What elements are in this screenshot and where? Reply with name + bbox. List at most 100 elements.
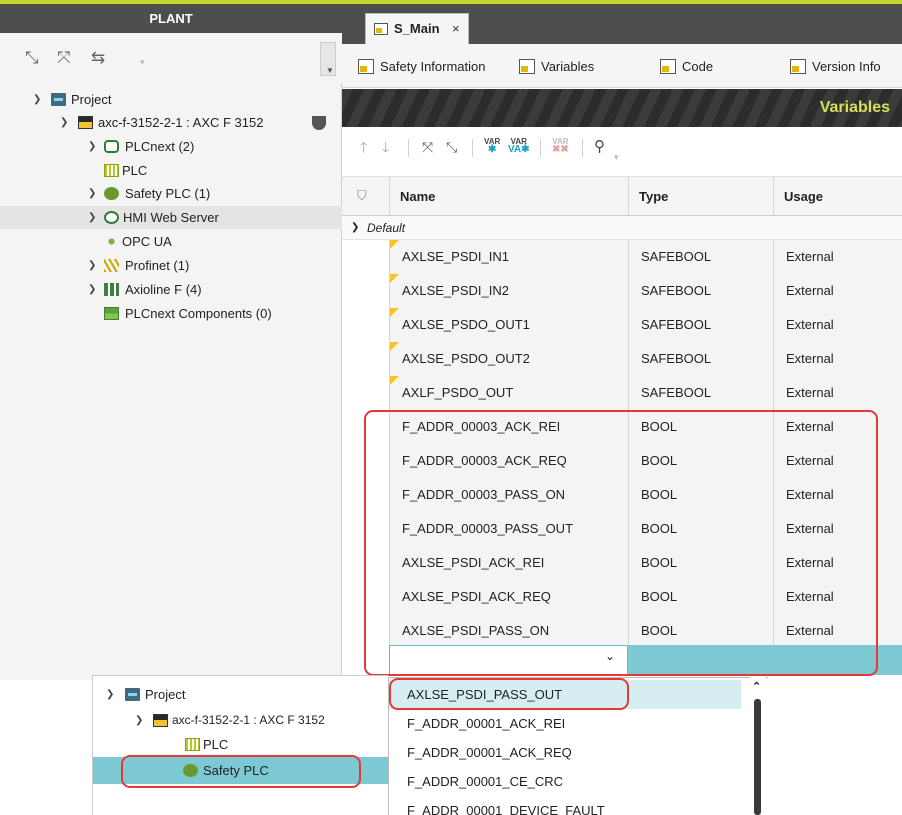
cell-type[interactable]: BOOL bbox=[628, 478, 773, 512]
table-row[interactable]: AXLSE_PSDI_IN1 SAFEBOOL External bbox=[342, 240, 902, 274]
table-row[interactable]: F_ADDR_00003_PASS_ON BOOL External bbox=[342, 478, 902, 512]
search-options-caret-icon[interactable]: ▾ bbox=[614, 149, 619, 165]
variable-name-combobox[interactable]: ⌄ bbox=[389, 645, 628, 675]
cell-type[interactable]: BOOL bbox=[628, 444, 773, 478]
expand-all-icon[interactable]: ⤡ bbox=[446, 139, 457, 155]
chevron-down-icon[interactable]: ❯ bbox=[351, 216, 359, 240]
cell-name[interactable]: F_ADDR_00003_ACK_REQ bbox=[389, 444, 628, 478]
close-icon[interactable]: × bbox=[452, 14, 460, 43]
dropdown-scrollbar[interactable]: ⌃ bbox=[750, 677, 766, 815]
cell-usage[interactable]: External bbox=[773, 274, 902, 308]
scroll-down-icon[interactable]: ▼ bbox=[326, 66, 334, 75]
tree-item-profinet[interactable]: ❯ Profinet (1) bbox=[0, 254, 342, 277]
scrollbar-thumb[interactable] bbox=[754, 699, 761, 815]
scroll-up-icon[interactable]: ⌃ bbox=[752, 680, 761, 693]
cell-type[interactable]: SAFEBOOL bbox=[628, 342, 773, 376]
sync-arrows-icon[interactable]: ⇆ bbox=[91, 49, 105, 67]
table-row[interactable]: AXLSE_PSDI_IN2 SAFEBOOL External bbox=[342, 274, 902, 308]
column-header-name[interactable]: Name bbox=[389, 177, 628, 217]
chevron-down-icon[interactable]: ❯ bbox=[135, 709, 143, 732]
chevron-down-icon[interactable]: ❯ bbox=[106, 683, 114, 706]
new-row-selected-cells[interactable] bbox=[628, 645, 902, 675]
cell-usage[interactable]: External bbox=[773, 512, 902, 546]
table-row[interactable]: AXLF_PSDO_OUT SAFEBOOL External bbox=[342, 376, 902, 410]
tree-item-project[interactable]: ❯ Project bbox=[93, 683, 389, 706]
tree-item-plc[interactable]: PLC bbox=[93, 733, 389, 756]
table-row[interactable]: AXLSE_PSDO_OUT2 SAFEBOOL External bbox=[342, 342, 902, 376]
table-row[interactable]: AXLSE_PSDI_PASS_ON BOOL External bbox=[342, 614, 902, 648]
cell-type[interactable]: BOOL bbox=[628, 614, 773, 648]
tree-item-plc[interactable]: PLC bbox=[0, 159, 342, 182]
dropdown-option[interactable]: F_ADDR_00001_ACK_REQ bbox=[389, 738, 741, 767]
cell-name[interactable]: F_ADDR_00003_PASS_OUT bbox=[389, 512, 628, 546]
filter-icon[interactable]: ⛉ bbox=[357, 188, 367, 204]
move-down-icon[interactable]: 🡓 bbox=[382, 139, 389, 155]
group-row-default[interactable]: ❯ Default bbox=[342, 216, 902, 240]
dropdown-option[interactable]: F_ADDR_00001_CE_CRC bbox=[389, 767, 741, 796]
cell-name[interactable]: F_ADDR_00003_ACK_REI bbox=[389, 410, 628, 444]
chevron-right-icon[interactable]: ❯ bbox=[88, 135, 96, 158]
new-variable-row[interactable]: ⌄ bbox=[342, 645, 902, 675]
cell-name[interactable]: AXLSE_PSDI_PASS_ON bbox=[389, 614, 628, 648]
cell-type[interactable]: SAFEBOOL bbox=[628, 240, 773, 274]
chevron-right-icon[interactable]: ❯ bbox=[88, 278, 96, 301]
cell-name[interactable]: AXLF_PSDO_OUT bbox=[389, 376, 628, 410]
cell-type[interactable]: SAFEBOOL bbox=[628, 274, 773, 308]
tree-item-safety-plc[interactable]: Safety PLC bbox=[93, 757, 389, 784]
cell-usage[interactable]: External bbox=[773, 376, 902, 410]
cell-type[interactable]: SAFEBOOL bbox=[628, 376, 773, 410]
toolbar-overflow-caret-icon[interactable]: ▾ bbox=[140, 57, 145, 68]
tab-s-main[interactable]: S_Main × bbox=[365, 13, 469, 44]
table-row[interactable]: F_ADDR_00003_PASS_OUT BOOL External bbox=[342, 512, 902, 546]
add-variable-icon[interactable]: VAR ✱ bbox=[484, 138, 500, 155]
expand-all-icon[interactable]: ⤡ bbox=[25, 49, 39, 67]
collapse-all-icon[interactable]: ⤧ bbox=[422, 139, 433, 155]
cell-type[interactable]: BOOL bbox=[628, 410, 773, 444]
column-header-usage[interactable]: Usage bbox=[773, 177, 902, 217]
table-row[interactable]: AXLSE_PSDI_ACK_REI BOOL External bbox=[342, 546, 902, 580]
column-header-type[interactable]: Type bbox=[628, 177, 773, 217]
cell-name[interactable]: AXLSE_PSDO_OUT2 bbox=[389, 342, 628, 376]
dropdown-option[interactable]: F_ADDR_00001_ACK_REI bbox=[389, 709, 741, 738]
cell-usage[interactable]: External bbox=[773, 444, 902, 478]
cell-usage[interactable]: External bbox=[773, 342, 902, 376]
tree-item-axioline[interactable]: ❯ Axioline F (4) bbox=[0, 278, 342, 301]
chevron-down-icon[interactable]: ❯ bbox=[33, 88, 41, 111]
cell-name[interactable]: F_ADDR_00003_PASS_ON bbox=[389, 478, 628, 512]
tree-item-plcnext-components[interactable]: PLCnext Components (0) bbox=[0, 302, 342, 325]
chevron-right-icon[interactable]: ❯ bbox=[88, 182, 96, 205]
cell-usage[interactable]: External bbox=[773, 240, 902, 274]
tree-item-project[interactable]: ❯ Project bbox=[0, 88, 342, 111]
cell-type[interactable]: SAFEBOOL bbox=[628, 308, 773, 342]
cell-name[interactable]: AXLSE_PSDI_ACK_REQ bbox=[389, 580, 628, 614]
cell-usage[interactable]: External bbox=[773, 478, 902, 512]
cell-usage[interactable]: External bbox=[773, 580, 902, 614]
cell-name[interactable]: AXLSE_PSDI_IN2 bbox=[389, 274, 628, 308]
cell-usage[interactable]: External bbox=[773, 308, 902, 342]
table-row[interactable]: F_ADDR_00003_ACK_REQ BOOL External bbox=[342, 444, 902, 478]
chevron-down-icon[interactable]: ❯ bbox=[60, 111, 68, 134]
cell-usage[interactable]: External bbox=[773, 546, 902, 580]
tree-item-hmi-web-server[interactable]: ❯ HMI Web Server bbox=[0, 206, 342, 229]
collapse-all-icon[interactable]: ⤧ bbox=[57, 49, 71, 67]
chevron-right-icon[interactable]: ❯ bbox=[88, 254, 96, 277]
tree-item-safety-plc[interactable]: ❯ Safety PLC (1) bbox=[0, 182, 342, 205]
chevron-right-icon[interactable]: ❯ bbox=[88, 206, 96, 229]
cell-usage[interactable]: External bbox=[773, 410, 902, 444]
cell-name[interactable]: AXLSE_PSDI_ACK_REI bbox=[389, 546, 628, 580]
dropdown-option[interactable]: AXLSE_PSDI_PASS_OUT bbox=[389, 680, 741, 709]
move-up-icon[interactable]: 🡑 bbox=[360, 139, 367, 155]
table-row[interactable]: AXLSE_PSDO_OUT1 SAFEBOOL External bbox=[342, 308, 902, 342]
cell-name[interactable]: AXLSE_PSDI_IN1 bbox=[389, 240, 628, 274]
search-icon[interactable]: ⚲ bbox=[594, 139, 605, 155]
cell-type[interactable]: BOOL bbox=[628, 580, 773, 614]
table-row[interactable]: F_ADDR_00003_ACK_REI BOOL External bbox=[342, 410, 902, 444]
cell-type[interactable]: BOOL bbox=[628, 546, 773, 580]
tree-item-plcnext[interactable]: ❯ PLCnext (2) bbox=[0, 135, 342, 158]
add-variable-global-icon[interactable]: VAR VA✱ bbox=[508, 138, 530, 155]
table-row[interactable]: AXLSE_PSDI_ACK_REQ BOOL External bbox=[342, 580, 902, 614]
tree-item-controller[interactable]: ❯ axc-f-3152-2-1 : AXC F 3152 bbox=[93, 709, 389, 732]
cell-type[interactable]: BOOL bbox=[628, 512, 773, 546]
dropdown-option[interactable]: F_ADDR_00001_DEVICE_FAULT bbox=[389, 796, 741, 815]
tree-item-opc-ua[interactable]: OPC UA bbox=[0, 230, 342, 253]
